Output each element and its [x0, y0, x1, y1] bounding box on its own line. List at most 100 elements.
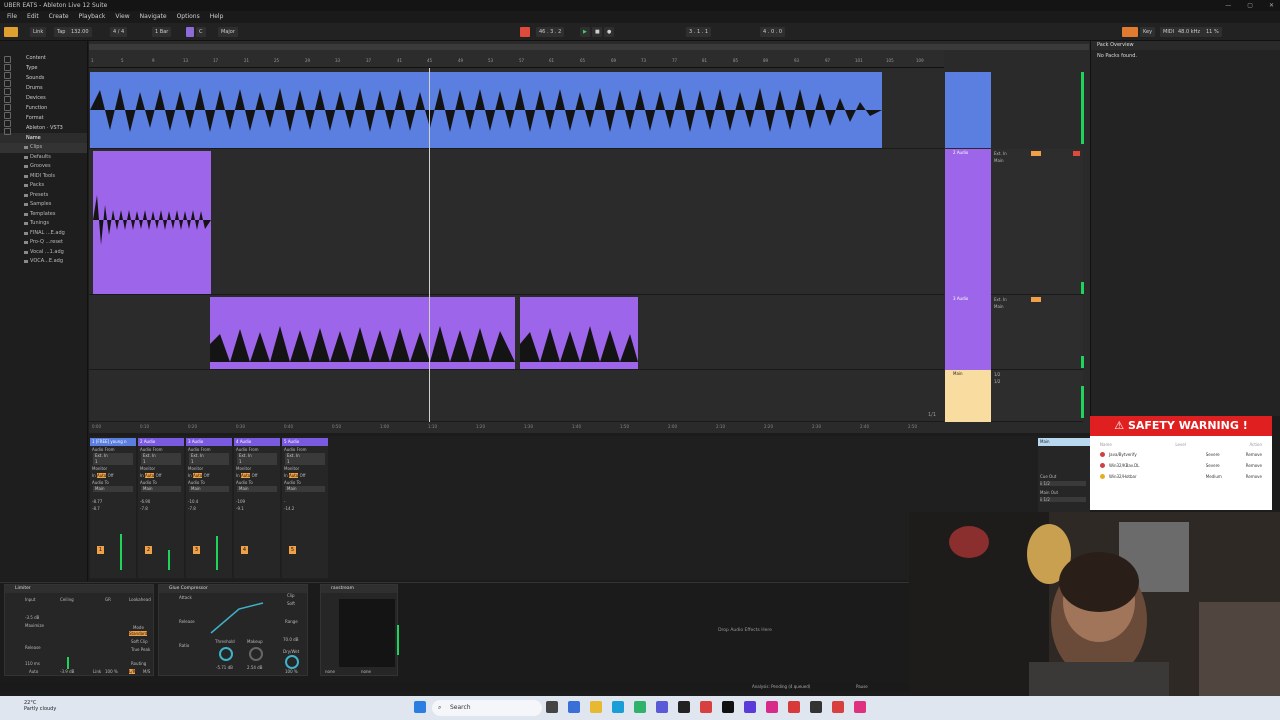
browser-item[interactable]: VOCA...E.adg [0, 257, 87, 267]
close-button[interactable]: ✕ [1269, 0, 1274, 11]
menu-view[interactable]: View [114, 11, 130, 23]
threat-remove-button[interactable]: Remove [1246, 452, 1262, 457]
monitor-in[interactable]: In [284, 473, 288, 478]
loop-start-field[interactable]: 3 . 1 . 1 [686, 27, 712, 37]
minimize-button[interactable]: — [1225, 0, 1231, 11]
monitor-auto[interactable]: Auto [193, 473, 203, 478]
monitor-in[interactable]: In [140, 473, 144, 478]
edge-icon[interactable] [568, 701, 580, 713]
mode-select[interactable]: Standard [129, 631, 148, 636]
volume-readout[interactable]: -8.77 [90, 498, 136, 505]
menu-help[interactable]: Help [209, 11, 225, 23]
threat-row[interactable]: Win32/KBav.DL Severe Remove [1090, 460, 1272, 471]
link-readout[interactable]: 100 % [105, 669, 118, 674]
discord-icon[interactable] [656, 701, 668, 713]
monitor-auto[interactable]: Auto [97, 473, 107, 478]
threshold-knob[interactable] [219, 647, 233, 661]
browser-item[interactable]: Packs [0, 181, 87, 191]
monitor-in[interactable]: In [236, 473, 240, 478]
start-menu-icon[interactable] [414, 701, 426, 713]
obs-icon[interactable] [722, 701, 734, 713]
scale-mode-icon[interactable] [186, 27, 194, 37]
sounds-icon[interactable] [4, 64, 11, 71]
routing-ms-button[interactable]: M/S [143, 669, 150, 674]
threat-row[interactable]: Java/Bytverify Severe Remove [1090, 449, 1272, 460]
threshold-readout[interactable]: -5.71 dB [216, 665, 233, 670]
monitor-auto[interactable]: Auto [289, 473, 299, 478]
monitor-auto[interactable]: Auto [145, 473, 155, 478]
monitor-in[interactable]: In [188, 473, 192, 478]
app-icon[interactable] [854, 701, 866, 713]
dry-wet-readout[interactable]: 100 % [285, 669, 298, 674]
clips-icon[interactable] [4, 112, 11, 119]
track-lane-2[interactable] [89, 149, 944, 295]
main-out-select[interactable]: ii 1/2 [1040, 497, 1086, 502]
browser-item[interactable]: Pro-Q ...reset [0, 238, 87, 248]
track-activator-button[interactable]: 2 [145, 546, 152, 554]
midi-effects-icon[interactable] [4, 96, 11, 103]
record-icon[interactable]: ● [604, 27, 614, 37]
arm-button[interactable] [1073, 151, 1080, 156]
chrome-icon[interactable] [634, 701, 646, 713]
browser-item[interactable]: Tunings [0, 219, 87, 229]
output-select[interactable]: Main [93, 486, 133, 492]
ableton-icon[interactable] [678, 701, 690, 713]
track-activator[interactable] [1031, 297, 1041, 302]
volume-readout[interactable]: -10.4 [186, 498, 232, 505]
strip-title[interactable]: 2 Audio [138, 438, 184, 446]
output-select[interactable]: Main [237, 486, 277, 492]
quantize-menu[interactable]: 1 Bar [152, 27, 172, 37]
playhead[interactable] [429, 68, 430, 423]
threat-row[interactable]: Win32/Hotbar Medium Remove [1090, 471, 1272, 482]
collections-icon[interactable] [4, 56, 11, 63]
menu-file[interactable]: File [6, 11, 18, 23]
monitor-options[interactable]: In Auto Off [186, 472, 232, 479]
play-icon[interactable]: ▶ [580, 27, 590, 37]
rax-select-a[interactable]: none [325, 669, 335, 674]
menu-create[interactable]: Create [48, 11, 70, 23]
maximize-button[interactable]: Maximize [25, 623, 44, 628]
audio-clip[interactable] [210, 297, 515, 369]
glue-title[interactable]: Glue Compressor [159, 585, 307, 593]
strip-title[interactable]: 5 Audio [282, 438, 328, 446]
browser-item[interactable]: FINAL ...E.adg [0, 229, 87, 239]
app-icon[interactable] [832, 701, 844, 713]
drums-icon[interactable] [4, 72, 11, 79]
track-output[interactable]: Main [991, 304, 1083, 309]
browser-item[interactable]: Templates [0, 210, 87, 220]
pause-analysis-button[interactable]: Pause [856, 684, 868, 689]
browser-item[interactable]: Vocal ...1.adg [0, 248, 87, 258]
app-icon[interactable] [788, 701, 800, 713]
strip-title[interactable]: 1 [FREE] young n [90, 438, 136, 446]
audio-clip[interactable] [90, 72, 882, 148]
bar-ruler[interactable]: 1 5 9 13 17 21 25 29 33 37 41 45 49 53 5… [89, 50, 944, 68]
auto-button[interactable]: Auto [29, 669, 38, 674]
routing-lr-button[interactable]: L/R [129, 669, 136, 674]
strip-title[interactable]: 3 Audio [186, 438, 232, 446]
samples-icon[interactable] [4, 120, 11, 127]
output-select[interactable]: Main [189, 486, 229, 492]
monitor-off[interactable]: Off [252, 473, 258, 478]
drop-effects-zone[interactable]: Drop Audio Effects Here [600, 628, 890, 633]
input-readout[interactable]: -3.5 dB [25, 615, 39, 620]
monitor-off[interactable]: Off [300, 473, 306, 478]
limiter-title[interactable]: Limiter [5, 585, 153, 593]
track-color-strip-1[interactable] [945, 72, 991, 148]
monitor-off[interactable]: Off [108, 473, 114, 478]
safety-warning-popup[interactable]: ⚠ SAFETY WARNING ! Name Level Action Jav… [1090, 416, 1272, 510]
task-view-icon[interactable] [546, 701, 558, 713]
monitor-options[interactable]: In Auto Off [234, 472, 280, 479]
true-peak-toggle[interactable]: True Peak [131, 647, 150, 652]
monitor-off[interactable]: Off [156, 473, 162, 478]
audio-clip[interactable] [93, 151, 211, 294]
rax-select-b[interactable]: none [361, 669, 371, 674]
track-color-strip-3[interactable]: 3 Audio [945, 295, 991, 370]
instruments-icon[interactable] [4, 80, 11, 87]
track-activator[interactable] [1031, 151, 1041, 156]
makeup-knob[interactable] [249, 647, 263, 661]
maximize-button[interactable]: ▢ [1247, 0, 1253, 11]
track-color-strip-2[interactable]: 2 Audio [945, 149, 991, 295]
tempo-field[interactable]: 132.00 [68, 27, 92, 37]
main-input-a[interactable]: 1/2 [991, 370, 1083, 379]
main-input-b[interactable]: 1/2 [991, 379, 1083, 384]
